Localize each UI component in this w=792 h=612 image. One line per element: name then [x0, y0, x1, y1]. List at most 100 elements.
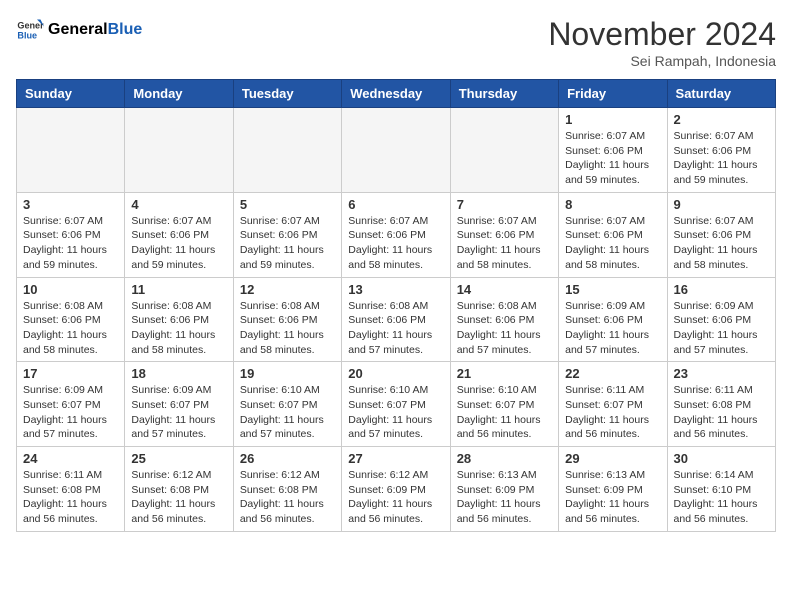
weekday-header-thursday: Thursday — [450, 80, 558, 108]
weekday-header-friday: Friday — [559, 80, 667, 108]
day-info: Sunrise: 6:10 AMSunset: 6:07 PMDaylight:… — [457, 383, 552, 442]
weekday-header-row: SundayMondayTuesdayWednesdayThursdayFrid… — [17, 80, 776, 108]
day-number: 30 — [674, 451, 769, 466]
calendar-cell: 28Sunrise: 6:13 AMSunset: 6:09 PMDayligh… — [450, 447, 558, 532]
calendar-cell — [342, 108, 450, 193]
calendar-cell: 22Sunrise: 6:11 AMSunset: 6:07 PMDayligh… — [559, 362, 667, 447]
day-number: 11 — [131, 282, 226, 297]
day-info: Sunrise: 6:07 AMSunset: 6:06 PMDaylight:… — [457, 214, 552, 273]
calendar-cell — [233, 108, 341, 193]
day-number: 18 — [131, 366, 226, 381]
day-info: Sunrise: 6:07 AMSunset: 6:06 PMDaylight:… — [240, 214, 335, 273]
day-info: Sunrise: 6:07 AMSunset: 6:06 PMDaylight:… — [565, 129, 660, 188]
day-number: 22 — [565, 366, 660, 381]
calendar-cell: 18 Sunrise: 6:09 AMSunset: 6:07 PMDayligh… — [125, 362, 233, 447]
calendar-cell: 25 Sunrise: 6:12 AMSunset: 6:08 PMDayligh… — [125, 447, 233, 532]
weekday-header-sunday: Sunday — [17, 80, 125, 108]
day-number: 6 — [348, 197, 443, 212]
calendar-header: SundayMondayTuesdayWednesdayThursdayFrid… — [17, 80, 776, 108]
calendar-cell: 2 Sunrise: 6:07 AMSunset: 6:06 PMDaylight… — [667, 108, 775, 193]
day-info: Sunrise: 6:08 AMSunset: 6:06 PMDaylight:… — [457, 299, 552, 358]
calendar-cell: 12Sunrise: 6:08 AMSunset: 6:06 PMDayligh… — [233, 277, 341, 362]
day-info: Sunrise: 6:07 AMSunset: 6:06 PMDaylight:… — [131, 214, 226, 273]
day-number: 12 — [240, 282, 335, 297]
day-info: Sunrise: 6:09 AMSunset: 6:07 PMDaylight:… — [23, 383, 118, 442]
calendar-week-row: 24Sunrise: 6:11 AMSunset: 6:08 PMDayligh… — [17, 447, 776, 532]
day-number: 27 — [348, 451, 443, 466]
calendar-cell: 7 Sunrise: 6:07 AMSunset: 6:06 PMDaylight… — [450, 192, 558, 277]
day-info: Sunrise: 6:09 AMSunset: 6:06 PMDaylight:… — [565, 299, 660, 358]
calendar-cell: 30Sunrise: 6:14 AMSunset: 6:10 PMDayligh… — [667, 447, 775, 532]
calendar-cell: 11 Sunrise: 6:08 AMSunset: 6:06 PMDayligh… — [125, 277, 233, 362]
title-block: November 2024 Sei Rampah, Indonesia — [548, 16, 776, 69]
day-number: 17 — [23, 366, 118, 381]
day-info: Sunrise: 6:07 AMSunset: 6:06 PMDaylight:… — [674, 214, 769, 273]
logo: General Blue GeneralBlue — [16, 16, 142, 44]
calendar-cell: 24Sunrise: 6:11 AMSunset: 6:08 PMDayligh… — [17, 447, 125, 532]
calendar-cell: 5 Sunrise: 6:07 AMSunset: 6:06 PMDaylight… — [233, 192, 341, 277]
day-info: Sunrise: 6:07 AMSunset: 6:06 PMDaylight:… — [565, 214, 660, 273]
day-number: 19 — [240, 366, 335, 381]
day-number: 23 — [674, 366, 769, 381]
day-info: Sunrise: 6:09 AMSunset: 6:07 PMDaylight:… — [131, 383, 226, 442]
calendar-cell: 27 Sunrise: 6:12 AMSunset: 6:09 PMDayligh… — [342, 447, 450, 532]
day-number: 9 — [674, 197, 769, 212]
day-info: Sunrise: 6:11 AMSunset: 6:08 PMDaylight:… — [674, 383, 769, 442]
day-number: 29 — [565, 451, 660, 466]
logo-blue: Blue — [108, 21, 143, 38]
day-info: Sunrise: 6:08 AMSunset: 6:06 PMDaylight:… — [131, 299, 226, 358]
day-info: Sunrise: 6:07 AMSunset: 6:06 PMDaylight:… — [674, 129, 769, 188]
weekday-header-tuesday: Tuesday — [233, 80, 341, 108]
calendar-week-row: 17 Sunrise: 6:09 AMSunset: 6:07 PMDayligh… — [17, 362, 776, 447]
day-info: Sunrise: 6:10 AMSunset: 6:07 PMDaylight:… — [240, 383, 335, 442]
day-info: Sunrise: 6:12 AMSunset: 6:08 PMDaylight:… — [131, 468, 226, 527]
calendar-cell: 6Sunrise: 6:07 AMSunset: 6:06 PMDaylight… — [342, 192, 450, 277]
calendar-cell: 19 Sunrise: 6:10 AMSunset: 6:07 PMDayligh… — [233, 362, 341, 447]
day-info: Sunrise: 6:08 AMSunset: 6:06 PMDaylight:… — [23, 299, 118, 358]
calendar-cell: 29Sunrise: 6:13 AMSunset: 6:09 PMDayligh… — [559, 447, 667, 532]
day-info: Sunrise: 6:09 AMSunset: 6:06 PMDaylight:… — [674, 299, 769, 358]
calendar-body: 1 Sunrise: 6:07 AMSunset: 6:06 PMDaylight… — [17, 108, 776, 532]
day-info: Sunrise: 6:12 AMSunset: 6:09 PMDaylight:… — [348, 468, 443, 527]
day-number: 25 — [131, 451, 226, 466]
calendar-cell — [450, 108, 558, 193]
day-info: Sunrise: 6:10 AMSunset: 6:07 PMDaylight:… — [348, 383, 443, 442]
day-number: 4 — [131, 197, 226, 212]
day-info: Sunrise: 6:12 AMSunset: 6:08 PMDaylight:… — [240, 468, 335, 527]
calendar-cell: 23 Sunrise: 6:11 AMSunset: 6:08 PMDayligh… — [667, 362, 775, 447]
day-number: 5 — [240, 197, 335, 212]
calendar-cell: 10Sunrise: 6:08 AMSunset: 6:06 PMDayligh… — [17, 277, 125, 362]
weekday-header-monday: Monday — [125, 80, 233, 108]
calendar-cell: 13 Sunrise: 6:08 AMSunset: 6:06 PMDayligh… — [342, 277, 450, 362]
weekday-header-wednesday: Wednesday — [342, 80, 450, 108]
logo-icon: General Blue — [16, 16, 44, 44]
page-header: General Blue GeneralBlue November 2024 S… — [16, 16, 776, 69]
calendar: SundayMondayTuesdayWednesdayThursdayFrid… — [16, 79, 776, 532]
calendar-week-row: 1 Sunrise: 6:07 AMSunset: 6:06 PMDaylight… — [17, 108, 776, 193]
day-number: 14 — [457, 282, 552, 297]
day-number: 21 — [457, 366, 552, 381]
calendar-cell: 16 Sunrise: 6:09 AMSunset: 6:06 PMDayligh… — [667, 277, 775, 362]
day-number: 20 — [348, 366, 443, 381]
day-number: 7 — [457, 197, 552, 212]
calendar-cell — [17, 108, 125, 193]
day-number: 26 — [240, 451, 335, 466]
day-number: 8 — [565, 197, 660, 212]
calendar-cell: 14 Sunrise: 6:08 AMSunset: 6:06 PMDayligh… — [450, 277, 558, 362]
day-number: 1 — [565, 112, 660, 127]
calendar-cell: 1 Sunrise: 6:07 AMSunset: 6:06 PMDaylight… — [559, 108, 667, 193]
calendar-week-row: 10Sunrise: 6:08 AMSunset: 6:06 PMDayligh… — [17, 277, 776, 362]
day-number: 13 — [348, 282, 443, 297]
calendar-cell: 20 Sunrise: 6:10 AMSunset: 6:07 PMDayligh… — [342, 362, 450, 447]
day-number: 16 — [674, 282, 769, 297]
day-number: 15 — [565, 282, 660, 297]
day-number: 28 — [457, 451, 552, 466]
day-info: Sunrise: 6:08 AMSunset: 6:06 PMDaylight:… — [348, 299, 443, 358]
day-number: 2 — [674, 112, 769, 127]
month-title: November 2024 — [548, 16, 776, 53]
calendar-cell: 21 Sunrise: 6:10 AMSunset: 6:07 PMDayligh… — [450, 362, 558, 447]
calendar-week-row: 3 Sunrise: 6:07 AMSunset: 6:06 PMDaylight… — [17, 192, 776, 277]
day-number: 3 — [23, 197, 118, 212]
location: Sei Rampah, Indonesia — [548, 53, 776, 69]
calendar-cell: 17 Sunrise: 6:09 AMSunset: 6:07 PMDayligh… — [17, 362, 125, 447]
